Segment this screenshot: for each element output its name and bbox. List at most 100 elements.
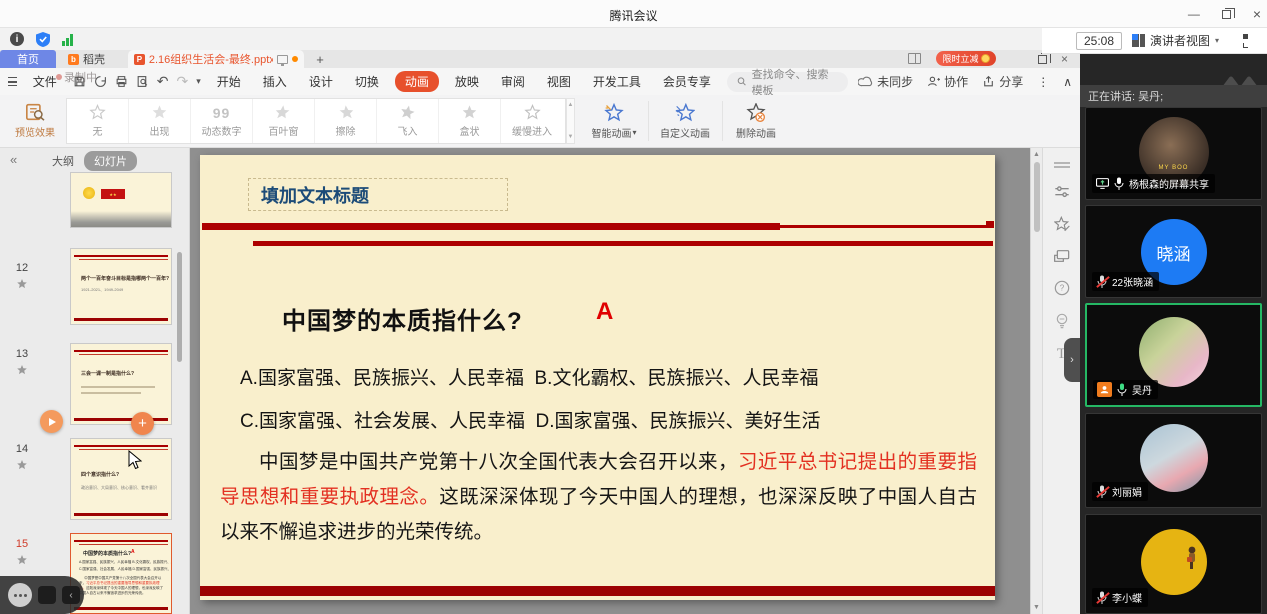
avatar xyxy=(1140,424,1208,492)
toolbar-more-icon[interactable]: ▾ xyxy=(196,76,201,87)
play-preview-button[interactable] xyxy=(40,410,63,433)
new-tab-button[interactable]: + xyxy=(312,51,328,67)
split-window-icon[interactable] xyxy=(908,53,921,64)
options-row-1[interactable]: A.国家富强、民族振兴、人民幸福 B.文化霸权、民族振兴、人民幸福 xyxy=(240,363,818,390)
animation-blinds[interactable]: 百叶窗 xyxy=(253,99,315,143)
tab-document[interactable]: P 2.16组织生活会-最终.pptx xyxy=(128,50,304,68)
undo-icon[interactable]: ↶ xyxy=(157,73,169,90)
animation-ribbon: 预览效果 无 出现 99 动态数字 百叶窗 擦除 xyxy=(0,95,1080,148)
sidebar-scrollbar[interactable] xyxy=(177,252,182,362)
menu-slideshow[interactable]: 放映 xyxy=(449,71,485,92)
animation-fly-in[interactable]: 飞入 xyxy=(377,99,439,143)
network-signal-icon[interactable] xyxy=(62,33,73,46)
promo-button[interactable]: 限时立减 xyxy=(936,51,996,66)
properties-sliders-icon[interactable] xyxy=(1054,185,1070,199)
menu-member[interactable]: 会员专享 xyxy=(657,71,717,92)
drag-handle-icon[interactable] xyxy=(1054,162,1070,168)
animation-none[interactable]: 无 xyxy=(67,99,129,143)
wps-restore-icon[interactable] xyxy=(1038,55,1047,64)
slide-title-placeholder[interactable]: 填加文本标题 xyxy=(248,178,508,211)
meeting-info-icon[interactable]: i xyxy=(10,32,24,46)
collapse-sidebar-button[interactable]: « xyxy=(10,152,17,167)
custom-animation-button[interactable]: 自定义动画 xyxy=(652,98,718,144)
participant-tile[interactable]: 晓涵 22张晓涵 xyxy=(1085,205,1262,298)
participant-tile-sharer[interactable]: MY BOO 杨根森的屏幕共享 xyxy=(1085,107,1262,200)
participant-tile[interactable]: 李小蝶 xyxy=(1085,514,1262,614)
slide-thumbnail-12[interactable]: 两个一百年奋斗目标是指哪两个一百年? 1921-2021、1949-2049 xyxy=(70,248,172,325)
delete-animation-button[interactable]: 删除动画 xyxy=(726,98,786,144)
fullscreen-icon[interactable] xyxy=(1243,34,1257,48)
slide-number: 13 xyxy=(12,348,32,360)
menu-review[interactable]: 审阅 xyxy=(495,71,531,92)
scrollbar-thumb[interactable] xyxy=(1034,162,1040,232)
options-row-2[interactable]: C.国家富强、社会发展、人民幸福 D.国家富强、民族振兴、美好生活 xyxy=(240,406,821,433)
add-slide-button[interactable]: + xyxy=(131,412,154,435)
smart-animation-button[interactable]: 智能动画▾ xyxy=(583,98,645,144)
menu-devtools[interactable]: 开发工具 xyxy=(587,71,647,92)
slide-thumbnail-14[interactable]: 四个意识指什么? 政治意识、大局意识、核心意识、看齐意识 xyxy=(70,438,172,520)
animation-slow-enter[interactable]: 缓慢进入 xyxy=(501,99,563,143)
expand-panel-tab[interactable]: › xyxy=(1064,338,1080,382)
print-preview-icon[interactable] xyxy=(136,75,149,88)
animation-wipe[interactable]: 擦除 xyxy=(315,99,377,143)
tab-outline[interactable]: 大纲 xyxy=(52,153,74,169)
shield-icon[interactable] xyxy=(36,32,50,47)
gallery-scrollbar[interactable]: ▲ ▼ xyxy=(566,98,575,144)
help-icon[interactable]: ? xyxy=(1054,280,1070,296)
slide-canvas[interactable]: 填加文本标题 中国梦的本质指什么? A A.国家富强、民族振兴、人民幸福 B.文… xyxy=(200,155,995,600)
collapse-ribbon-icon[interactable]: ∧ xyxy=(1063,75,1072,89)
recording-indicator: 录制中 xyxy=(56,69,97,85)
floating-toolbar[interactable]: ‹ xyxy=(0,576,84,614)
tab-home[interactable]: 首页 xyxy=(0,50,56,68)
back-button[interactable]: ‹ xyxy=(62,586,80,604)
switch-window-icon[interactable] xyxy=(1054,249,1070,263)
sync-status-button[interactable]: 未同步 xyxy=(858,73,913,90)
animation-pane-icon[interactable] xyxy=(1054,216,1070,232)
participant-tile-speaking[interactable]: 吴丹 xyxy=(1085,303,1262,407)
canvas-scrollbar[interactable]: ▲ ▼ xyxy=(1030,148,1042,614)
scroll-up-icon[interactable]: ▲ xyxy=(1033,151,1040,158)
slide-thumbnail-15-selected[interactable]: 中国梦的本质指什么? A A.国家富强、民族振兴、人民幸福 B.文化霸权、民族振… xyxy=(70,533,172,614)
document-title: 2.16组织生活会-最终.pptx xyxy=(149,51,273,67)
slide-thumbnail-13[interactable]: 三会一课一制是指什么? xyxy=(70,343,172,425)
lightbulb-icon[interactable] xyxy=(1055,313,1069,329)
tab-docer[interactable]: b 稻壳 xyxy=(60,50,113,68)
wps-menubar: 文件 ↶ ↷ ▾ 开始 插入 设计 切换 动画 放映 审阅 视图 开发工具 会员… xyxy=(0,68,1080,95)
present-icon[interactable] xyxy=(277,55,288,64)
assistant-more-icon[interactable] xyxy=(8,583,32,607)
menu-animation[interactable]: 动画 xyxy=(395,71,439,92)
print-icon[interactable] xyxy=(115,75,128,88)
hamburger-icon[interactable] xyxy=(8,77,17,86)
answer-letter[interactable]: A xyxy=(596,298,613,326)
minimize-icon[interactable]: — xyxy=(1188,7,1200,21)
panel-button[interactable] xyxy=(38,586,56,604)
wps-close-icon[interactable]: × xyxy=(1061,52,1068,66)
collaborate-button[interactable]: 协作 xyxy=(927,73,968,90)
menu-design[interactable]: 设计 xyxy=(303,71,339,92)
animation-dynamic-number[interactable]: 99 动态数字 xyxy=(191,99,253,143)
animation-star-icon xyxy=(16,459,28,471)
view-mode-select[interactable]: 演讲者视图 ▾ xyxy=(1132,32,1219,49)
speaking-header: 正在讲话: 吴丹; xyxy=(1080,85,1267,107)
menu-view[interactable]: 视图 xyxy=(541,71,577,92)
slide-question[interactable]: 中国梦的本质指什么? xyxy=(282,301,523,336)
tab-slides[interactable]: 幻灯片 xyxy=(84,151,137,171)
command-search-input[interactable]: 查找命令、搜索模板 xyxy=(727,72,848,92)
scroll-down-icon[interactable]: ▼ xyxy=(1033,604,1040,611)
slides-sidebar: « 大纲 幻灯片 ★★ 12 两个一百年奋斗目标是指哪两个一百年? 1921-2… xyxy=(0,148,190,614)
animation-appear[interactable]: 出现 xyxy=(129,99,191,143)
animation-gallery: 无 出现 99 动态数字 百叶窗 擦除 飞入 xyxy=(66,98,566,144)
more-menu-icon[interactable]: ⋮ xyxy=(1037,75,1049,89)
participant-tile[interactable]: 刘丽娟 xyxy=(1085,413,1262,508)
slide-thumbnail-cover[interactable]: ★★ xyxy=(70,172,172,228)
restore-icon[interactable] xyxy=(1222,10,1231,19)
animation-box[interactable]: 盒状 xyxy=(439,99,501,143)
close-icon[interactable]: × xyxy=(1253,6,1261,22)
menu-start[interactable]: 开始 xyxy=(211,71,247,92)
slide-paragraph[interactable]: 中国梦是中国共产党第十八次全国代表大会召开以来，习近平总书记提出的重要指导思想和… xyxy=(220,445,977,550)
redo-icon[interactable]: ↷ xyxy=(177,73,189,90)
preview-effect-button[interactable]: 预览效果 xyxy=(8,98,62,144)
menu-transition[interactable]: 切换 xyxy=(349,71,385,92)
menu-insert[interactable]: 插入 xyxy=(257,71,293,92)
share-button[interactable]: 分享 xyxy=(982,73,1023,90)
